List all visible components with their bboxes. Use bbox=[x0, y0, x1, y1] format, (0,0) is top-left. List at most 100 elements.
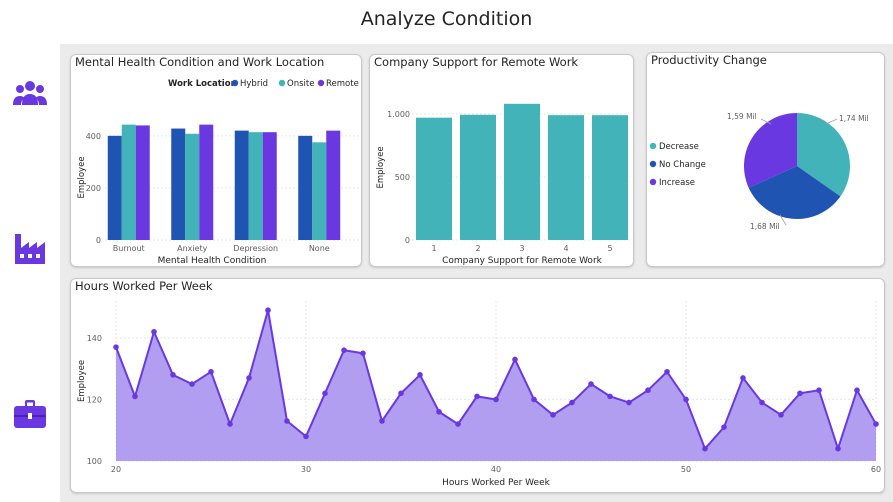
data-point bbox=[265, 307, 271, 314]
mental-health-location-chart: 0 200 400 Work Location Hybrid Onsite Remote Bu… bbox=[77, 79, 359, 266]
leader-line bbox=[825, 118, 838, 125]
bar bbox=[121, 124, 136, 240]
x-tick-label: 1 bbox=[431, 244, 436, 253]
data-point bbox=[873, 421, 879, 427]
legend-label: Hybrid bbox=[240, 79, 268, 89]
data-point bbox=[607, 393, 613, 400]
data-point bbox=[417, 372, 423, 378]
briefcase-icon[interactable] bbox=[12, 396, 48, 432]
data-point bbox=[398, 390, 404, 397]
data-point bbox=[702, 445, 708, 452]
y-axis-label: Employee bbox=[77, 360, 87, 402]
data-point bbox=[721, 424, 727, 430]
bar bbox=[107, 135, 122, 240]
data-point bbox=[113, 344, 119, 350]
bar bbox=[234, 130, 249, 240]
x-tick-label: 5 bbox=[607, 244, 612, 253]
data-point bbox=[835, 445, 841, 452]
y-tick-label: 1.000 bbox=[387, 110, 410, 119]
data-point bbox=[683, 396, 689, 403]
data-point bbox=[778, 412, 784, 418]
legend-label: Onsite bbox=[287, 79, 314, 89]
company-support-chart: 0 500 1.000 1 2 3 4 5 Company Support for Remote… bbox=[376, 103, 632, 266]
data-point bbox=[189, 381, 195, 387]
y-tick-label: 0 bbox=[96, 236, 101, 245]
bar bbox=[548, 115, 584, 240]
y-tick-label: 400 bbox=[86, 132, 101, 141]
bar bbox=[185, 133, 200, 240]
y-tick-label: 120 bbox=[87, 395, 102, 404]
x-tick-label: 3 bbox=[519, 244, 524, 253]
bar bbox=[592, 115, 628, 240]
bar bbox=[416, 117, 452, 240]
y-tick-label: 500 bbox=[395, 173, 410, 182]
data-point bbox=[740, 375, 746, 381]
bar bbox=[312, 142, 327, 240]
data-label: 1,59 Mil bbox=[727, 112, 757, 121]
x-tick-label: None bbox=[309, 244, 330, 253]
x-tick-label: Anxiety bbox=[177, 244, 208, 253]
bar bbox=[504, 103, 540, 241]
data-point bbox=[170, 372, 176, 378]
hours-worked-card[interactable]: Hours Worked Per Week 100 120 140 20 30 40 50 6… bbox=[70, 278, 885, 493]
x-tick-label: 20 bbox=[111, 465, 121, 474]
bar bbox=[460, 114, 496, 240]
y-tick-label: 140 bbox=[87, 334, 102, 343]
productivity-change-card[interactable]: Productivity Change 1,74 Mil Decrease 1,68… bbox=[646, 52, 885, 267]
data-label: 1,74 Mil bbox=[839, 114, 869, 123]
x-tick-label: 2 bbox=[475, 244, 480, 253]
legend-marker bbox=[649, 160, 657, 168]
data-point bbox=[816, 387, 822, 394]
data-point bbox=[322, 390, 328, 397]
x-tick-label: 50 bbox=[681, 465, 691, 474]
x-tick-label: 30 bbox=[301, 465, 311, 474]
mental-health-location-card[interactable]: Mental Health Condition and Work Locatio… bbox=[70, 54, 362, 267]
data-point bbox=[303, 433, 309, 440]
data-point bbox=[132, 393, 138, 400]
legend-label: No Change bbox=[659, 160, 706, 170]
data-point bbox=[569, 399, 575, 406]
legend-marker bbox=[649, 142, 657, 150]
productivity-change-chart: 1,74 Mil Decrease 1,68 Mil No Change 1,59 Mi… bbox=[649, 112, 869, 231]
bar bbox=[262, 132, 277, 240]
employees-icon[interactable] bbox=[12, 76, 48, 112]
bar bbox=[135, 125, 150, 240]
data-point bbox=[512, 356, 518, 363]
data-point bbox=[436, 408, 442, 415]
legend-label: Increase bbox=[659, 178, 695, 188]
x-axis-label: Company Support for Remote Work bbox=[442, 256, 603, 266]
legend-label: Decrease bbox=[659, 142, 699, 152]
data-point bbox=[550, 412, 556, 418]
y-tick-label: 200 bbox=[86, 184, 101, 193]
data-point bbox=[379, 418, 385, 424]
x-tick-label: Depression bbox=[233, 244, 278, 253]
data-point bbox=[531, 396, 537, 403]
bar bbox=[298, 135, 313, 240]
factory-icon[interactable] bbox=[12, 230, 48, 266]
data-point bbox=[455, 421, 461, 427]
bar bbox=[248, 132, 263, 240]
data-point bbox=[227, 421, 233, 427]
x-tick-label: 60 bbox=[871, 465, 881, 474]
data-point bbox=[588, 381, 594, 387]
data-point bbox=[493, 396, 499, 403]
data-point bbox=[474, 393, 480, 400]
data-point bbox=[151, 328, 157, 335]
x-axis-label: Mental Health Condition bbox=[158, 256, 267, 266]
x-tick-label: 40 bbox=[491, 465, 501, 474]
data-point bbox=[797, 390, 803, 397]
legend-marker bbox=[649, 178, 657, 186]
data-point bbox=[626, 399, 632, 406]
data-point bbox=[664, 368, 670, 375]
y-axis-label: Employee bbox=[376, 146, 386, 188]
bar bbox=[199, 124, 214, 240]
data-label: 1,68 Mil bbox=[750, 222, 780, 231]
bar bbox=[171, 128, 186, 240]
y-axis-label: Employee bbox=[77, 156, 87, 198]
data-point bbox=[854, 387, 860, 394]
data-point bbox=[759, 399, 765, 406]
side-nav bbox=[0, 44, 60, 502]
data-point bbox=[284, 418, 290, 424]
y-tick-label: 100 bbox=[87, 457, 102, 466]
company-support-card[interactable]: Company Support for Remote Work 0 500 1.00… bbox=[369, 54, 634, 267]
